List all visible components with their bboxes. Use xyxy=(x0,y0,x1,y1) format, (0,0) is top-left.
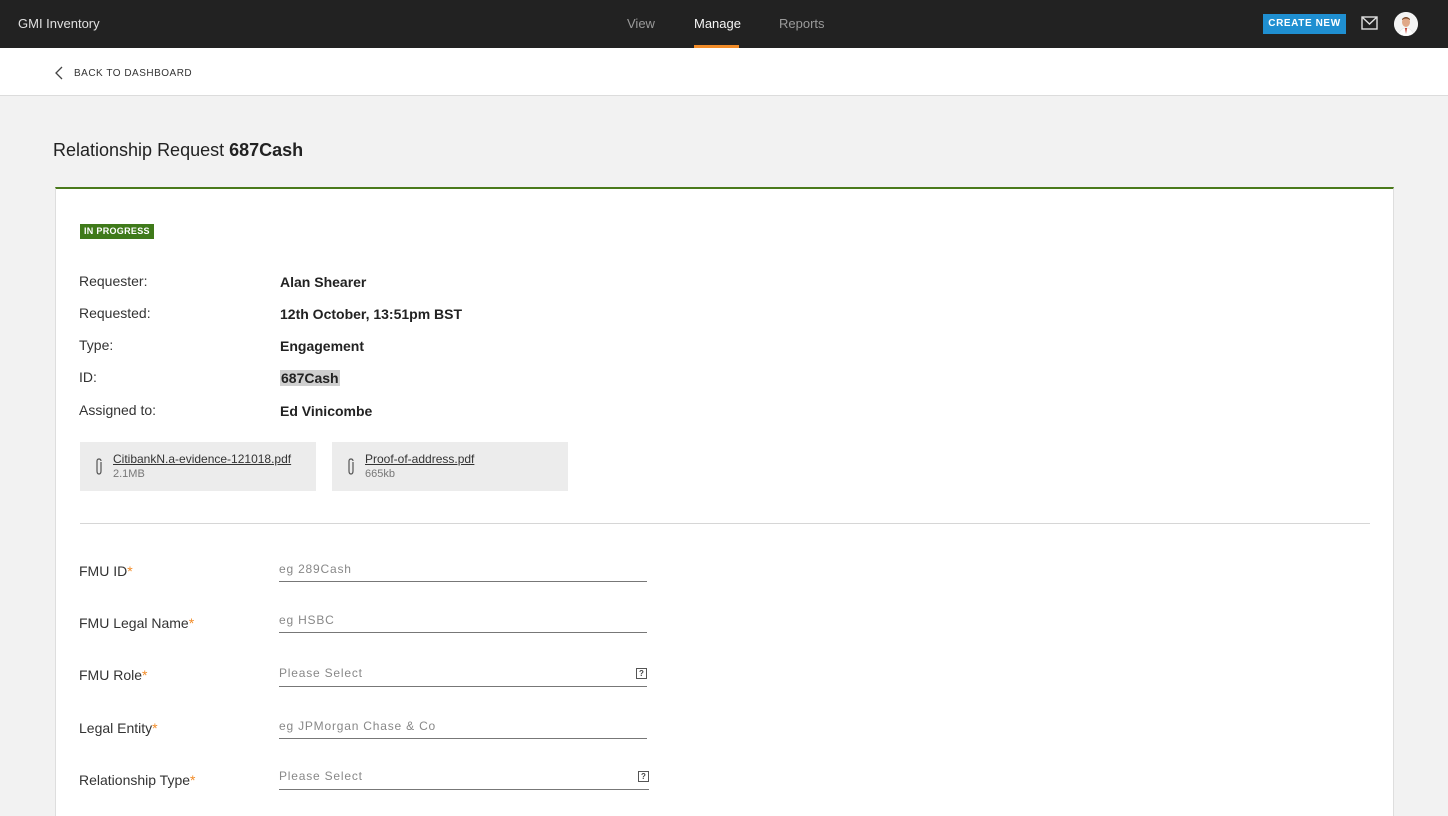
nav-manage[interactable]: Manage xyxy=(694,16,741,31)
user-avatar[interactable] xyxy=(1394,12,1418,36)
relationship-type-placeholder: Please Select xyxy=(279,769,363,783)
fmu-legal-name-label: FMU Legal Name* xyxy=(79,615,195,631)
attachment-card[interactable]: CitibankN.a-evidence-121018.pdf 2.1MB xyxy=(80,442,316,491)
fmu-id-label: FMU ID* xyxy=(79,563,133,579)
fmu-legal-name-input[interactable] xyxy=(279,607,647,633)
required-marker: * xyxy=(190,772,196,788)
attachment-card[interactable]: Proof-of-address.pdf 665kb xyxy=(332,442,568,491)
fmu-role-select[interactable]: Please Select ? xyxy=(279,661,647,687)
relationship-type-label: Relationship Type* xyxy=(79,772,196,788)
assigned-label: Assigned to: xyxy=(79,402,157,418)
paperclip-icon xyxy=(96,458,102,475)
page-title-id: 687Cash xyxy=(229,140,304,160)
relationship-type-select[interactable]: Please Select ? xyxy=(279,764,649,790)
back-to-dashboard-link[interactable]: BACK TO DASHBOARD xyxy=(54,65,192,81)
required-marker: * xyxy=(142,667,148,683)
required-marker: * xyxy=(152,720,158,736)
legal-entity-input[interactable] xyxy=(279,713,647,739)
avatar-portrait-icon xyxy=(1394,12,1418,36)
fmu-role-placeholder: Please Select xyxy=(279,666,363,680)
requested-label: Requested: xyxy=(79,305,151,321)
id-value[interactable]: 687Cash xyxy=(280,370,340,386)
nav-reports[interactable]: Reports xyxy=(779,16,825,31)
type-label: Type: xyxy=(79,337,114,353)
nav-view[interactable]: View xyxy=(627,16,655,31)
back-link-label: BACK TO DASHBOARD xyxy=(74,67,193,79)
requester-label: Requester: xyxy=(79,273,148,289)
section-divider xyxy=(80,523,1370,524)
paperclip-icon xyxy=(348,458,354,475)
fmu-role-label: FMU Role* xyxy=(79,667,148,683)
attachment-name[interactable]: CitibankN.a-evidence-121018.pdf xyxy=(113,452,291,466)
attachment-size: 2.1MB xyxy=(113,468,145,480)
attachment-size: 665kb xyxy=(365,468,395,480)
requested-value: 12th October, 13:51pm BST xyxy=(280,306,463,322)
legal-entity-label: Legal Entity* xyxy=(79,720,158,736)
chevron-left-icon xyxy=(55,66,63,80)
sub-header: BACK TO DASHBOARD xyxy=(0,48,1448,96)
top-navigation-bar: GMI Inventory View Manage Reports CREATE… xyxy=(0,0,1448,48)
help-icon[interactable]: ? xyxy=(636,668,647,679)
help-icon[interactable]: ? xyxy=(638,771,649,782)
requester-value: Alan Shearer xyxy=(280,274,367,290)
required-marker: * xyxy=(127,563,133,579)
page-title-prefix: Relationship Request xyxy=(53,140,225,160)
mail-icon[interactable] xyxy=(1361,16,1378,30)
request-card: IN PROGRESS Requester: Alan Shearer Requ… xyxy=(55,187,1394,816)
create-new-button[interactable]: CREATE NEW xyxy=(1263,14,1346,34)
fmu-id-input[interactable] xyxy=(279,556,647,582)
status-badge: IN PROGRESS xyxy=(80,224,154,239)
type-value: Engagement xyxy=(280,338,365,354)
main-nav: View Manage Reports xyxy=(0,0,1448,48)
required-marker: * xyxy=(188,615,195,631)
page-title: Relationship Request 687Cash xyxy=(53,140,303,161)
assigned-value: Ed Vinicombe xyxy=(280,403,373,419)
id-label: ID: xyxy=(79,369,97,385)
attachment-name[interactable]: Proof-of-address.pdf xyxy=(365,452,474,466)
